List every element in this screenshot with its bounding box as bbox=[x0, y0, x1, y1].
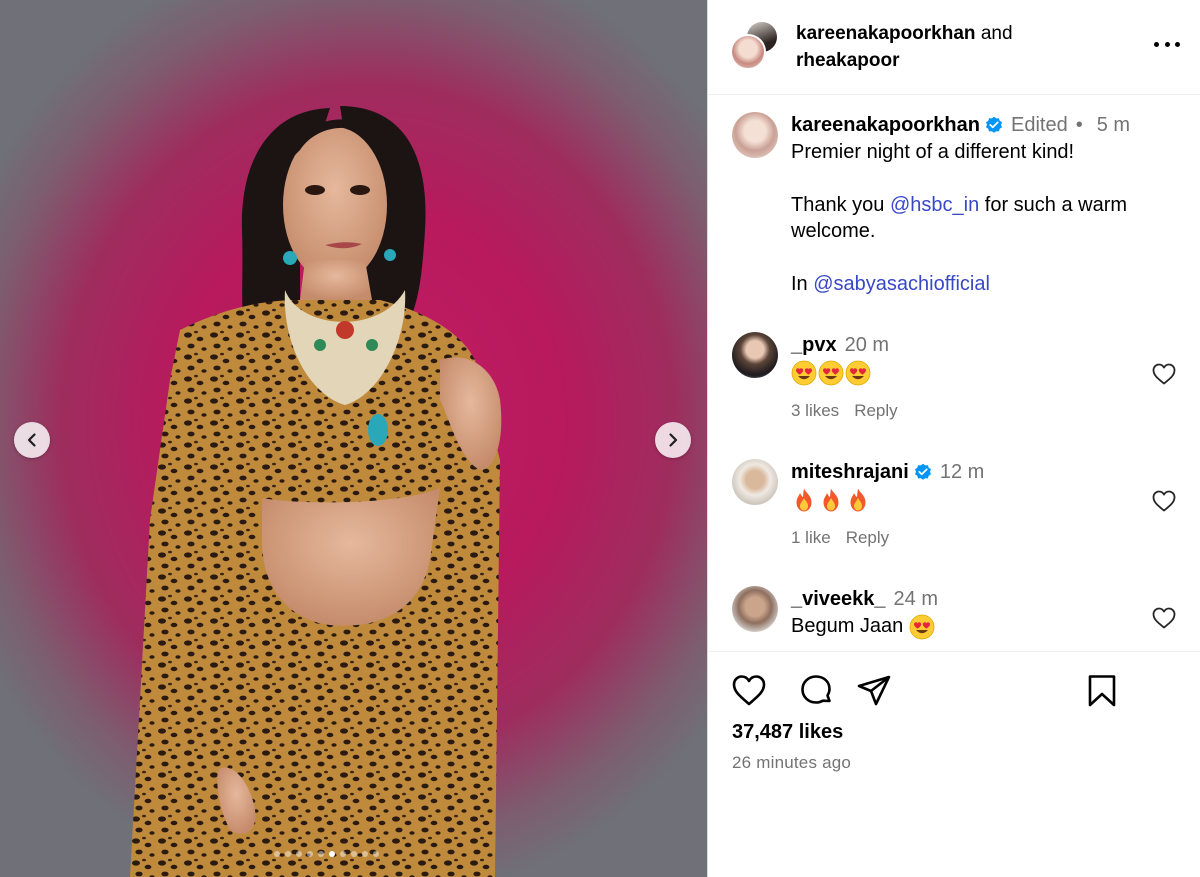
caption-time: 5 m bbox=[1096, 114, 1131, 136]
avatar[interactable] bbox=[732, 332, 778, 378]
heart-eyes-emoji-icon bbox=[845, 360, 871, 386]
carousel-dot bbox=[296, 851, 302, 857]
comment-likes-count[interactable]: 3 likes bbox=[791, 398, 839, 424]
avatar[interactable] bbox=[732, 586, 778, 632]
carousel-dot bbox=[285, 851, 291, 857]
post-media bbox=[0, 0, 707, 877]
post-photo bbox=[130, 106, 502, 877]
caption-username[interactable]: kareenakapoorkhan bbox=[791, 112, 980, 139]
comment-actions: 3 likes Reply bbox=[791, 398, 1141, 424]
comment-item: _viveekk_ 24 m Begum Jaan bbox=[708, 586, 1200, 651]
more-dot-icon bbox=[1175, 41, 1180, 47]
like-heart-icon[interactable] bbox=[731, 673, 767, 709]
comment-likes-count[interactable]: 1 like bbox=[791, 525, 831, 551]
comment-header: _viveekk_ 24 m bbox=[791, 586, 1141, 612]
comment-text: Begum Jaan bbox=[791, 613, 1141, 640]
comment-username[interactable]: miteshrajani bbox=[791, 459, 909, 485]
comment-body: miteshrajani 12 m 1 like Reply bbox=[791, 459, 1141, 551]
carousel-next-button[interactable] bbox=[655, 422, 691, 458]
comment-text bbox=[791, 359, 1141, 386]
caption-header: kareenakapoorkhan Edited • 5 m bbox=[791, 112, 1181, 139]
carousel-dot bbox=[362, 851, 368, 857]
comment-like-heart-icon[interactable] bbox=[1151, 489, 1177, 513]
verified-badge-icon bbox=[914, 463, 932, 481]
fire-emoji-icon bbox=[818, 487, 844, 513]
comment-actions: 1 like Reply bbox=[791, 525, 1141, 551]
carousel-dot bbox=[373, 851, 379, 857]
reply-button[interactable]: Reply bbox=[846, 525, 889, 551]
carousel-dot bbox=[307, 851, 313, 857]
instagram-post-modal: kareenakapoorkhan and rheakapoor kareena… bbox=[0, 0, 1200, 877]
heart-eyes-emoji-icon bbox=[791, 360, 817, 386]
carousel-dot bbox=[340, 851, 346, 857]
comment-username[interactable]: _pvx bbox=[791, 332, 837, 358]
caption-line: In @sabyasachiofficial bbox=[791, 273, 990, 295]
author-username[interactable]: rheakapoor bbox=[796, 50, 899, 71]
comment-bubble-icon[interactable] bbox=[798, 673, 834, 709]
chevron-right-icon bbox=[669, 433, 678, 447]
heart-eyes-emoji-icon bbox=[818, 360, 844, 386]
caption-body: kareenakapoorkhan Edited • 5 m Premier n… bbox=[791, 112, 1181, 298]
heart-eyes-emoji-icon bbox=[909, 614, 935, 640]
comment-time: 20 m bbox=[844, 334, 890, 356]
carousel-dot bbox=[318, 851, 324, 857]
edited-label: Edited bbox=[1010, 114, 1068, 136]
avatar[interactable] bbox=[730, 34, 766, 70]
more-options-button[interactable] bbox=[1154, 34, 1180, 54]
fire-emoji-icon bbox=[791, 487, 817, 513]
share-send-icon[interactable] bbox=[856, 673, 892, 709]
more-dot-icon bbox=[1164, 41, 1170, 47]
author-connector: and bbox=[980, 23, 1013, 44]
caption-line: Thank you @hsbc_in for such a warm welco… bbox=[791, 193, 1128, 243]
carousel-dot bbox=[351, 851, 357, 857]
comment-like-heart-icon[interactable] bbox=[1151, 606, 1177, 630]
reply-button[interactable]: Reply bbox=[854, 398, 897, 424]
carousel-prev-button[interactable] bbox=[14, 422, 50, 458]
save-bookmark-icon[interactable] bbox=[1084, 673, 1120, 709]
comment-time: 24 m bbox=[893, 588, 939, 610]
post-authors: kareenakapoorkhan and rheakapoor bbox=[796, 20, 1013, 74]
post-header: kareenakapoorkhan and rheakapoor bbox=[708, 0, 1200, 95]
mention-link[interactable]: @hsbc_in bbox=[890, 194, 979, 216]
more-dot-icon bbox=[1154, 41, 1159, 47]
carousel-dot bbox=[274, 851, 280, 857]
author-username[interactable]: kareenakapoorkhan bbox=[796, 23, 976, 44]
comments-list[interactable]: kareenakapoorkhan Edited • 5 m Premier n… bbox=[708, 96, 1200, 651]
comment-like-heart-icon[interactable] bbox=[1151, 362, 1177, 386]
fire-emoji-icon bbox=[845, 487, 871, 513]
caption-line: Premier night of a different kind! bbox=[791, 140, 1075, 163]
avatar[interactable] bbox=[732, 112, 778, 158]
comment-body: _pvx 20 m 3 likes Reply bbox=[791, 332, 1141, 424]
carousel-dot bbox=[329, 851, 335, 857]
post-actions: 37,487 likes 26 minutes ago bbox=[708, 651, 1200, 877]
verified-badge-icon bbox=[985, 116, 1003, 134]
mention-link[interactable]: @sabyasachiofficial bbox=[813, 273, 990, 295]
carousel-indicator bbox=[274, 851, 379, 857]
comment-item: miteshrajani 12 m 1 like Reply bbox=[708, 459, 1200, 569]
comment-item: _pvx 20 m 3 likes Reply bbox=[708, 332, 1200, 442]
avatar[interactable] bbox=[732, 459, 778, 505]
comment-header: _pvx 20 m bbox=[791, 332, 1141, 358]
likes-count[interactable]: 37,487 likes bbox=[732, 721, 843, 744]
comment-header: miteshrajani 12 m bbox=[791, 459, 1141, 485]
comment-text bbox=[791, 486, 1141, 513]
chevron-left-icon bbox=[27, 433, 36, 447]
comment-time: 12 m bbox=[939, 461, 985, 483]
post-side-panel: kareenakapoorkhan and rheakapoor kareena… bbox=[707, 0, 1200, 877]
comment-username[interactable]: _viveekk_ bbox=[791, 586, 886, 612]
comment-body: _viveekk_ 24 m Begum Jaan bbox=[791, 586, 1141, 640]
meta-separator: • bbox=[1075, 114, 1083, 136]
post-timestamp: 26 minutes ago bbox=[732, 753, 852, 772]
